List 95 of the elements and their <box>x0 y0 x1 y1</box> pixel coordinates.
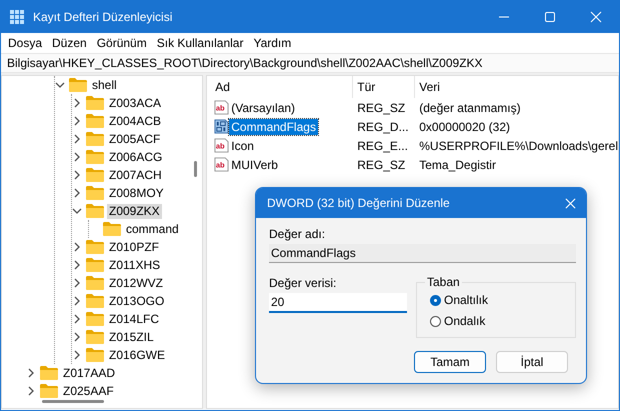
chevron-down-icon[interactable] <box>55 80 65 90</box>
chevron-right-icon[interactable] <box>72 350 82 360</box>
tree-item[interactable]: Z010PZF <box>107 240 162 254</box>
dialog-button[interactable]: İptal <box>496 351 568 373</box>
chevron-right-icon[interactable] <box>72 314 82 324</box>
value-type: REG_E... <box>356 138 409 152</box>
radio-button[interactable] <box>430 316 441 326</box>
chevron-down-icon[interactable] <box>72 206 82 216</box>
string-value-icon: ab <box>214 157 230 172</box>
menu-item[interactable]: Sık Kullanılanlar <box>154 36 250 50</box>
tree-item[interactable]: Z025AAF <box>61 384 116 398</box>
folder-icon <box>86 168 104 182</box>
chevron-right-icon[interactable] <box>72 260 82 270</box>
menu-item[interactable]: Düzen <box>49 36 94 50</box>
folder-icon <box>86 204 104 218</box>
address-bar[interactable]: Bilgisayar\HKEY_CLASSES_ROOT\Directory\Background\shell\Z002AAC\shell\Z009ZKX <box>1 53 619 73</box>
value-name[interactable]: CommandFlags <box>229 118 318 134</box>
chevron-right-icon[interactable] <box>72 278 82 288</box>
value-data-field[interactable]: 20 <box>269 293 407 313</box>
column-header[interactable]: Tür <box>353 76 416 98</box>
binary-value-icon <box>214 119 230 134</box>
close-icon[interactable] <box>565 198 576 208</box>
value-data: (değer atanmamış) <box>418 100 522 114</box>
column-header[interactable]: Veri <box>415 76 618 98</box>
chevron-right-icon[interactable] <box>72 116 82 126</box>
tree-item[interactable]: Z003ACA <box>107 96 164 110</box>
column-header[interactable]: Ad <box>207 76 354 98</box>
tree-item[interactable]: Z016GWE <box>107 348 168 362</box>
folder-icon <box>86 276 104 290</box>
folder-icon <box>86 132 104 146</box>
value-type: REG_SZ <box>356 100 406 114</box>
radio-button[interactable] <box>430 294 441 306</box>
chevron-right-icon[interactable] <box>72 188 82 198</box>
value-name[interactable]: (Varsayılan) <box>229 100 298 116</box>
value-data: 0x00000020 (32) <box>418 120 511 134</box>
value-data: %USERPROFILE%\Downloads\gerel <box>418 138 618 152</box>
chevron-right-icon[interactable] <box>72 98 82 108</box>
folder-icon <box>86 186 104 200</box>
tree-item[interactable]: Z006ACG <box>107 150 164 164</box>
tree-item[interactable]: Z005ACF <box>107 132 162 146</box>
value-data: Tema_Degistir <box>418 158 497 172</box>
tree-item[interactable]: Z007ACH <box>107 168 164 182</box>
tree-item[interactable]: Z012WVZ <box>107 276 166 290</box>
tree-item[interactable]: Z013OGO <box>107 294 166 308</box>
folder-icon <box>86 258 104 272</box>
window-title: Kayıt Defteri Düzenleyicisi <box>33 10 172 24</box>
tree-item[interactable]: shell <box>90 78 119 92</box>
registry-cubes-icon <box>9 9 25 25</box>
radio-option[interactable]: Ondalık <box>430 312 575 330</box>
folder-icon <box>69 78 87 92</box>
chevron-right-icon[interactable] <box>72 152 82 162</box>
folder-icon <box>86 294 104 308</box>
dialog-button[interactable]: Tamam <box>414 351 486 373</box>
value-name-field[interactable]: CommandFlags <box>269 244 576 263</box>
radio-option[interactable]: Onaltılık <box>430 291 575 309</box>
tree-item[interactable]: Z017AAD <box>61 366 118 380</box>
chevron-right-icon[interactable] <box>26 368 36 378</box>
menu-item[interactable]: Dosya <box>5 36 50 50</box>
tree-item[interactable]: Z008MOY <box>107 186 166 200</box>
folder-icon <box>86 348 104 362</box>
folder-icon <box>40 366 58 380</box>
string-value-icon: ab <box>214 100 230 115</box>
string-value-icon: ab <box>214 138 230 153</box>
group-label: Taban <box>425 275 462 289</box>
folder-icon <box>86 240 104 254</box>
chevron-right-icon[interactable] <box>72 296 82 306</box>
field-label: Değer verisi: <box>269 276 338 290</box>
chevron-right-icon[interactable] <box>26 386 36 396</box>
chevron-right-icon[interactable] <box>72 134 82 144</box>
scrollbar-thumb[interactable] <box>194 161 198 177</box>
value-type: REG_SZ <box>356 158 406 172</box>
value-name[interactable]: MUIVerb <box>229 156 280 172</box>
folder-icon <box>40 384 58 398</box>
folder-icon <box>103 222 121 236</box>
value-name[interactable]: Icon <box>229 138 256 154</box>
tree-item[interactable]: command <box>124 222 181 236</box>
folder-icon <box>86 330 104 344</box>
chevron-right-icon[interactable] <box>72 170 82 180</box>
folder-icon <box>86 150 104 164</box>
field-label: Değer adı: <box>269 227 326 241</box>
value-type: REG_D... <box>356 120 410 134</box>
folder-icon <box>86 114 104 128</box>
chevron-right-icon[interactable] <box>72 332 82 342</box>
chevron-right-icon[interactable] <box>72 242 82 252</box>
folder-icon <box>86 96 104 110</box>
scrollbar-thumb[interactable] <box>42 400 104 403</box>
tree-item[interactable]: Z009ZKX <box>107 204 162 218</box>
menu-item[interactable]: Yardım <box>250 36 298 50</box>
menu-item[interactable]: Görünüm <box>94 36 154 50</box>
tree-item[interactable]: Z011XHS <box>107 258 162 272</box>
folder-icon <box>86 312 104 326</box>
tree-item[interactable]: Z004ACB <box>107 114 164 128</box>
dialog-title: DWORD (32 bit) Değerini Düzenle <box>267 196 451 210</box>
tree-item[interactable]: Z014LFC <box>107 312 162 326</box>
tree-item[interactable]: Z015ZIL <box>107 330 156 344</box>
